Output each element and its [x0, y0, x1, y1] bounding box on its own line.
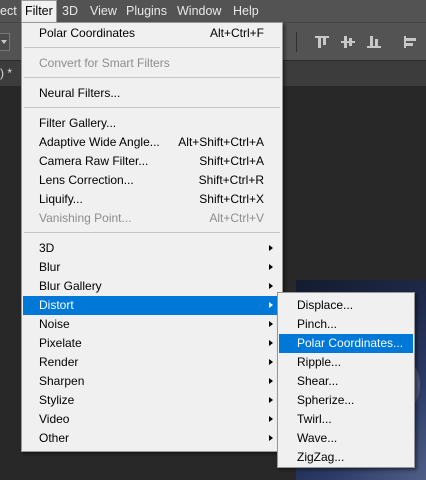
- submenu-item-shear[interactable]: Shear...: [279, 372, 413, 391]
- filter-menu: Polar Coordinates Alt+Ctrl+F Convert for…: [21, 22, 283, 452]
- menu-item-video[interactable]: Video: [23, 410, 281, 429]
- menu-separator: [24, 77, 280, 78]
- submenu-arrow-icon: [269, 245, 273, 251]
- align-top-icon[interactable]: [315, 36, 329, 48]
- align-bottom-icon[interactable]: [367, 36, 381, 48]
- submenu-arrow-icon: [269, 359, 273, 365]
- menu-item-last-filter[interactable]: Polar Coordinates Alt+Ctrl+F: [23, 24, 281, 43]
- menu-item-shortcut: Alt+Shift+Ctrl+A: [178, 135, 264, 149]
- submenu-item-displace[interactable]: Displace...: [279, 296, 413, 315]
- menu-item-label: Wave...: [297, 431, 338, 445]
- menu-item-label: Camera Raw Filter...: [39, 154, 149, 168]
- menu-item-render[interactable]: Render: [23, 353, 281, 372]
- menu-item-camera-raw-filter[interactable]: Camera Raw Filter... Shift+Ctrl+A: [23, 152, 281, 171]
- menu-item-neural-filters[interactable]: Neural Filters...: [23, 84, 281, 103]
- submenu-item-polar-coordinates[interactable]: Polar Coordinates...: [279, 334, 413, 353]
- submenu-arrow-icon: [269, 264, 273, 270]
- menu-item-label: Render: [39, 355, 79, 369]
- submenu-item-ripple[interactable]: Ripple...: [279, 353, 413, 372]
- menu-item-label: Video: [39, 412, 70, 426]
- menu-item-shortcut: Shift+Ctrl+R: [198, 173, 264, 187]
- submenu-arrow-icon: [269, 435, 273, 441]
- menu-view[interactable]: View: [90, 0, 117, 22]
- menu-item-blur[interactable]: Blur: [23, 258, 281, 277]
- menu-edit[interactable]: ect: [0, 0, 17, 22]
- menu-item-sharpen[interactable]: Sharpen: [23, 372, 281, 391]
- menu-item-3d[interactable]: 3D: [23, 239, 281, 258]
- submenu-arrow-icon: [269, 283, 273, 289]
- document-tab[interactable]: ) *: [0, 66, 12, 80]
- submenu-arrow-icon: [269, 340, 273, 346]
- menu-item-lens-correction[interactable]: Lens Correction... Shift+Ctrl+R: [23, 171, 281, 190]
- menu-item-shortcut: Shift+Ctrl+X: [199, 192, 264, 206]
- menu-item-label: Blur: [39, 260, 61, 274]
- submenu-arrow-icon: [269, 416, 273, 422]
- menu-item-shortcut: Shift+Ctrl+A: [199, 154, 264, 168]
- menu-bar: ect Filter 3D View Plugins Window Help: [0, 0, 426, 22]
- menu-item-label: Filter Gallery...: [39, 116, 117, 130]
- menu-item-label: Polar Coordinates...: [297, 336, 404, 350]
- menu-item-label: Sharpen: [39, 374, 85, 388]
- menu-item-label: Noise: [39, 317, 70, 331]
- menu-item-liquify[interactable]: Liquify... Shift+Ctrl+X: [23, 190, 281, 209]
- align-vertical-center-icon[interactable]: [341, 36, 355, 48]
- menu-item-label: Pinch...: [297, 317, 338, 331]
- menu-item-label: Adaptive Wide Angle...: [39, 135, 160, 149]
- menu-item-label: Liquify...: [39, 192, 83, 206]
- submenu-item-zigzag[interactable]: ZigZag...: [279, 448, 413, 467]
- menu-item-shortcut: Alt+Ctrl+F: [209, 26, 264, 40]
- menu-item-vanishing-point: Vanishing Point... Alt+Ctrl+V: [23, 209, 281, 228]
- submenu-item-spherize[interactable]: Spherize...: [279, 391, 413, 410]
- menu-item-label: Neural Filters...: [39, 86, 121, 100]
- menu-help[interactable]: Help: [233, 0, 259, 22]
- menu-item-convert-smart-filters: Convert for Smart Filters: [23, 54, 281, 73]
- menu-separator: [24, 107, 280, 108]
- menu-3d[interactable]: 3D: [62, 0, 78, 22]
- menu-item-label: Pixelate: [39, 336, 82, 350]
- menu-item-label: 3D: [39, 241, 55, 255]
- menu-item-label: Other: [39, 431, 70, 445]
- menu-item-label: Displace...: [297, 298, 354, 312]
- options-divider: [296, 32, 297, 52]
- menu-item-filter-gallery[interactable]: Filter Gallery...: [23, 114, 281, 133]
- menu-item-stylize[interactable]: Stylize: [23, 391, 281, 410]
- menu-item-adaptive-wide-angle[interactable]: Adaptive Wide Angle... Alt+Shift+Ctrl+A: [23, 133, 281, 152]
- menu-item-label: Twirl...: [297, 412, 332, 426]
- submenu-arrow-icon: [269, 378, 273, 384]
- menu-item-label: Ripple...: [297, 355, 342, 369]
- menu-item-label: Lens Correction...: [39, 173, 134, 187]
- menu-separator: [24, 232, 280, 233]
- menu-item-label: Shear...: [297, 374, 339, 388]
- submenu-arrow-icon: [269, 397, 273, 403]
- submenu-arrow-icon: [269, 302, 273, 308]
- menu-window[interactable]: Window: [177, 0, 221, 22]
- submenu-item-twirl[interactable]: Twirl...: [279, 410, 413, 429]
- align-left-icon[interactable]: [404, 36, 418, 48]
- submenu-item-pinch[interactable]: Pinch...: [279, 315, 413, 334]
- menu-filter[interactable]: Filter: [21, 0, 57, 22]
- menu-item-other[interactable]: Other: [23, 429, 281, 448]
- menu-item-pixelate[interactable]: Pixelate: [23, 334, 281, 353]
- menu-plugins[interactable]: Plugins: [126, 0, 167, 22]
- menu-item-label: Distort: [39, 298, 74, 312]
- menu-item-label: Stylize: [39, 393, 75, 407]
- menu-item-label: Polar Coordinates: [39, 26, 136, 40]
- menu-item-shortcut: Alt+Ctrl+V: [209, 211, 264, 225]
- menu-item-blur-gallery[interactable]: Blur Gallery: [23, 277, 281, 296]
- menu-item-noise[interactable]: Noise: [23, 315, 281, 334]
- submenu-arrow-icon: [269, 321, 273, 327]
- menu-item-distort[interactable]: Distort: [23, 296, 281, 315]
- menu-item-label: ZigZag...: [297, 450, 345, 464]
- menu-item-label: Spherize...: [297, 393, 355, 407]
- submenu-item-wave[interactable]: Wave...: [279, 429, 413, 448]
- menu-item-label: Blur Gallery: [39, 279, 102, 293]
- menu-item-label: Convert for Smart Filters: [39, 56, 170, 70]
- dropdown-toggle[interactable]: [0, 33, 10, 51]
- menu-item-label: Vanishing Point...: [39, 211, 132, 225]
- menu-separator: [24, 47, 280, 48]
- distort-submenu: Displace... Pinch... Polar Coordinates..…: [277, 292, 415, 468]
